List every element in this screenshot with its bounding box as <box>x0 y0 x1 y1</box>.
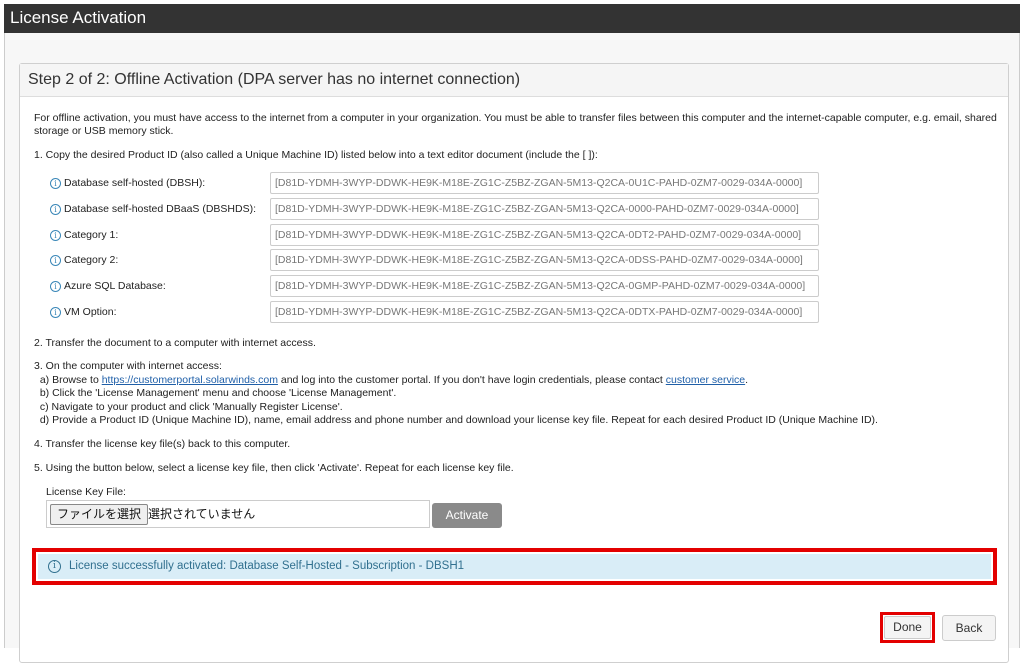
step-3b-text: b) Click the 'License Management' menu a… <box>39 387 397 399</box>
license-file-input[interactable]: ファイルを選択 選択されていません <box>46 500 430 528</box>
info-icon[interactable]: i <box>50 203 61 215</box>
product-label-vm-option: i VM Option: <box>50 301 117 323</box>
step-3a-prefix: a) Browse to <box>39 373 102 386</box>
intro-text: For offline activation, you must have ac… <box>34 112 997 137</box>
step-2-text: 2. Transfer the document to a computer w… <box>34 337 316 349</box>
product-label-category-1: i Category 1: <box>50 224 118 246</box>
license-key-file-label: License Key File: <box>46 486 126 498</box>
step-3-title: 3. On the computer with internet access: <box>34 360 222 372</box>
product-label-category-2: i Category 2: <box>50 249 118 271</box>
page-background: Step 2 of 2: Offline Activation (DPA ser… <box>4 33 1020 663</box>
product-label-text: Database self-hosted (DBSH): <box>64 177 206 189</box>
step-3a-suffix: . <box>745 373 749 386</box>
step-3-block: 3. On the computer with internet access:… <box>34 360 878 428</box>
product-label-text: Category 2: <box>64 254 119 266</box>
info-icon[interactable]: i <box>50 177 61 189</box>
info-icon[interactable]: i <box>50 229 61 241</box>
product-label-text: Category 1: <box>64 229 119 241</box>
step-3a: a) Browse to https://customerportal.sola… <box>34 374 878 388</box>
product-label-text: Database self-hosted DBaaS (DBSHDS): <box>64 203 256 215</box>
info-icon[interactable]: i <box>50 254 61 266</box>
step-3c: c) Navigate to your product and click 'M… <box>34 401 878 415</box>
product-id-field-vm-option[interactable]: [D81D-YDMH-3WYP-DDWK-HE9K-M18E-ZG1C-Z5BZ… <box>270 301 819 323</box>
product-id-field-azure-sql[interactable]: [D81D-YDMH-3WYP-DDWK-HE9K-M18E-ZG1C-Z5BZ… <box>270 275 819 297</box>
choose-file-button[interactable]: ファイルを選択 <box>50 504 149 525</box>
success-alert-text: License successfully activated: Database… <box>69 560 465 572</box>
step-1-text: 1. Copy the desired Product ID (also cal… <box>34 149 598 161</box>
product-id-field-dbshds[interactable]: [D81D-YDMH-3WYP-DDWK-HE9K-M18E-ZG1C-Z5BZ… <box>270 198 819 220</box>
product-label-dbsh: i Database self-hosted (DBSH): <box>50 172 205 194</box>
step-3c-text: c) Navigate to your product and click 'M… <box>39 400 343 413</box>
file-status-text: 選択されていません <box>148 507 256 521</box>
info-icon[interactable]: i <box>50 306 61 318</box>
activation-panel: Step 2 of 2: Offline Activation (DPA ser… <box>19 63 1009 663</box>
window-title: License Activation <box>4 4 1020 33</box>
product-id-field-category-2[interactable]: [D81D-YDMH-3WYP-DDWK-HE9K-M18E-ZG1C-Z5BZ… <box>270 249 819 271</box>
product-label-azure-sql: i Azure SQL Database: <box>50 275 166 297</box>
info-icon: i <box>48 560 61 573</box>
step-3d-text: d) Provide a Product ID (Unique Machine … <box>39 414 878 426</box>
step-3b: b) Click the 'License Management' menu a… <box>34 387 878 401</box>
product-id-field-category-1[interactable]: [D81D-YDMH-3WYP-DDWK-HE9K-M18E-ZG1C-Z5BZ… <box>270 224 819 246</box>
done-button[interactable]: Done <box>884 616 931 639</box>
product-label-text: Azure SQL Database: <box>64 280 166 292</box>
product-id-field-dbsh[interactable]: [D81D-YDMH-3WYP-DDWK-HE9K-M18E-ZG1C-Z5BZ… <box>270 172 819 194</box>
step-5-text: 5. Using the button below, select a lice… <box>34 462 514 474</box>
success-alert: i License successfully activated: Databa… <box>38 554 991 579</box>
product-label-dbshds: i Database self-hosted DBaaS (DBSHDS): <box>50 198 256 220</box>
highlight-box-alert: i License successfully activated: Databa… <box>32 548 997 585</box>
product-label-text: VM Option: <box>64 306 117 318</box>
activate-button[interactable]: Activate <box>432 503 502 528</box>
panel-heading: Step 2 of 2: Offline Activation (DPA ser… <box>20 64 1008 97</box>
step-4-text: 4. Transfer the license key file(s) back… <box>34 438 291 450</box>
step-3a-middle: and log into the customer portal. If you… <box>277 373 666 386</box>
step-3d: d) Provide a Product ID (Unique Machine … <box>34 414 878 428</box>
back-button[interactable]: Back <box>942 615 996 641</box>
highlight-box-done: Done <box>880 612 935 643</box>
customer-portal-link[interactable]: https://customerportal.solarwinds.com <box>102 374 278 386</box>
customer-service-link[interactable]: customer service <box>666 374 745 386</box>
info-icon[interactable]: i <box>50 280 61 292</box>
